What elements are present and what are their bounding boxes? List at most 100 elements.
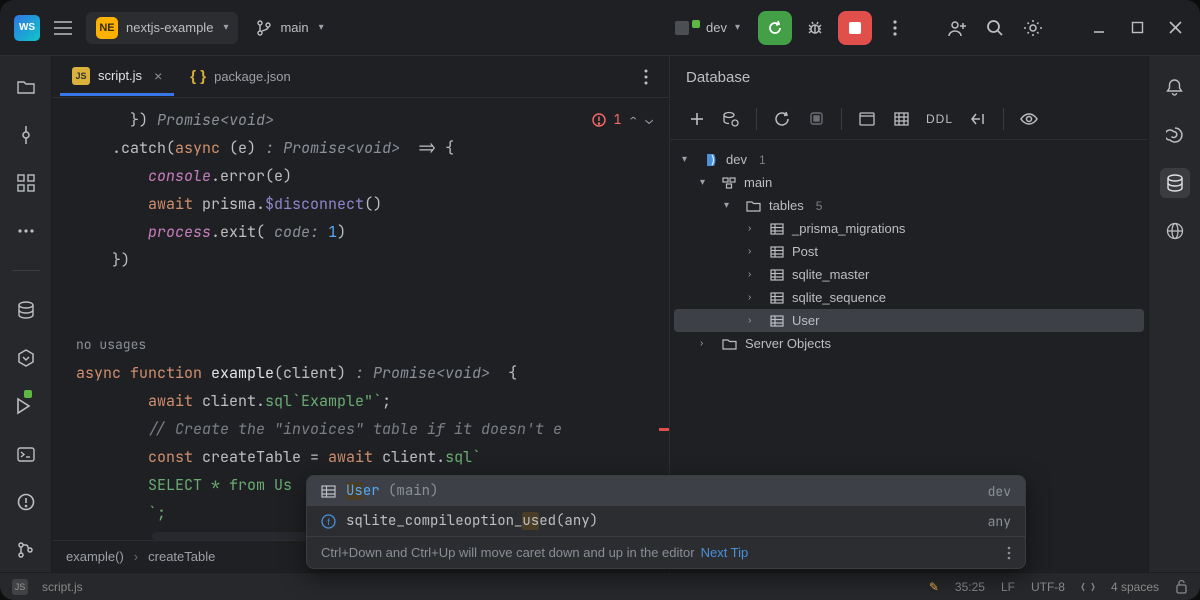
minimize-button[interactable] xyxy=(1084,13,1114,43)
status-linesep[interactable]: LF xyxy=(1001,580,1015,594)
sqlite-icon xyxy=(704,153,718,167)
db-table[interactable]: ›sqlite_sequence xyxy=(674,286,1144,309)
branch-selector[interactable]: main ▾ xyxy=(246,15,333,41)
more-actions-button[interactable] xyxy=(880,13,910,43)
ddl-button[interactable]: DDL xyxy=(920,112,959,126)
tree-count: 5 xyxy=(816,199,823,213)
settings-button[interactable] xyxy=(1018,13,1048,43)
terminal-icon xyxy=(17,447,35,462)
database-tool-button-right[interactable] xyxy=(1160,168,1190,198)
table-icon xyxy=(321,485,336,498)
schema-icon xyxy=(722,177,736,189)
db-server-objects[interactable]: ›Server Objects xyxy=(674,332,1144,355)
tab-more-button[interactable] xyxy=(631,62,661,92)
breadcrumb-item[interactable]: createTable xyxy=(148,549,215,564)
tip-more-button[interactable] xyxy=(1007,546,1011,560)
next-tip-button[interactable]: Next Tip xyxy=(701,545,749,560)
maximize-button[interactable] xyxy=(1122,13,1152,43)
error-marker[interactable] xyxy=(659,428,669,431)
project-selector[interactable]: NE nextjs-example ▾ xyxy=(86,12,238,44)
tab-package-json[interactable]: { } package.json xyxy=(178,60,302,93)
database-panel-title: Database xyxy=(670,56,1148,98)
next-error-button[interactable]: ⌄ xyxy=(645,106,653,134)
run-button[interactable] xyxy=(758,11,792,45)
project-name: nextjs-example xyxy=(126,20,213,35)
json-file-icon: { } xyxy=(190,68,206,85)
db-table[interactable]: ›Post xyxy=(674,240,1144,263)
notifications-tool-button[interactable] xyxy=(1160,72,1190,102)
chevron-down-icon: ▾ xyxy=(223,22,228,33)
tab-script-js[interactable]: JS script.js × xyxy=(60,59,174,96)
prev-error-button[interactable]: ⌃ xyxy=(629,106,637,134)
status-encoding[interactable]: UTF-8 xyxy=(1031,580,1065,594)
table-icon xyxy=(770,269,784,281)
warning-icon xyxy=(17,493,35,511)
db-add-button[interactable] xyxy=(682,104,712,134)
more-tools-button[interactable] xyxy=(11,216,41,246)
project-tool-button[interactable] xyxy=(11,72,41,102)
db-table-selected[interactable]: ›User xyxy=(674,309,1144,332)
db-stop-button[interactable] xyxy=(801,104,831,134)
status-indent[interactable]: 4 spaces xyxy=(1111,580,1159,594)
lock-icon[interactable] xyxy=(1175,579,1188,594)
problems-tool-button[interactable] xyxy=(11,487,41,517)
code-with-me-button[interactable] xyxy=(942,13,972,43)
status-cursor[interactable]: 35:25 xyxy=(955,580,985,594)
tree-label: Post xyxy=(792,244,818,259)
db-tables-folder[interactable]: ▾ tables 5 xyxy=(674,194,1144,217)
run-tool-button[interactable] xyxy=(11,391,41,421)
database-tool-button[interactable] xyxy=(11,295,41,325)
autocomplete-popup: User (main) dev f sqlite_compileoption_u… xyxy=(306,475,1026,569)
main-menu-button[interactable] xyxy=(48,13,78,43)
structure-tool-button[interactable] xyxy=(11,168,41,198)
close-button[interactable] xyxy=(1160,13,1190,43)
commit-tool-button[interactable] xyxy=(11,120,41,150)
db-schema[interactable]: ▾ main xyxy=(674,171,1144,194)
git-tool-button[interactable] xyxy=(11,535,41,565)
db-table[interactable]: ›sqlite_master xyxy=(674,263,1144,286)
project-avatar: NE xyxy=(96,17,118,39)
code-editor[interactable]: 1 ⌃ ⌄ }) Promise<void> .catch(async (e) … xyxy=(52,98,669,540)
terminal-tool-button[interactable] xyxy=(11,439,41,469)
tree-label: dev xyxy=(726,152,747,167)
db-table[interactable]: ›_prisma_migrations xyxy=(674,217,1144,240)
inspection-widget[interactable]: 1 ⌃ ⌄ xyxy=(592,106,653,134)
kebab-icon xyxy=(1007,546,1011,560)
db-view-button[interactable] xyxy=(852,104,882,134)
indent-icon[interactable] xyxy=(1081,580,1095,594)
search-button[interactable] xyxy=(980,13,1010,43)
db-jump-button[interactable] xyxy=(963,104,993,134)
tree-label: main xyxy=(744,175,772,190)
autocomplete-item[interactable]: User (main) dev xyxy=(307,476,1025,506)
table-icon xyxy=(770,246,784,258)
run-config-selector[interactable]: dev ▾ xyxy=(665,15,750,40)
stop-button[interactable] xyxy=(838,11,872,45)
breadcrumb-item[interactable]: example() xyxy=(66,549,124,564)
status-file[interactable]: script.js xyxy=(42,580,83,594)
tab-close-button[interactable]: × xyxy=(154,68,162,84)
db-datasource[interactable]: ▾ dev 1 xyxy=(674,148,1144,171)
web-tool-button[interactable] xyxy=(1160,216,1190,246)
disconnect-icon xyxy=(809,111,824,126)
pencil-icon[interactable]: ✎ xyxy=(929,580,939,594)
autocomplete-item[interactable]: f sqlite_compileoption_used(any) any xyxy=(307,506,1025,536)
table-icon xyxy=(770,315,784,327)
services-tool-button[interactable] xyxy=(11,343,41,373)
usages-hint[interactable]: no usages xyxy=(76,336,146,353)
database-toolbar: DDL xyxy=(670,98,1148,140)
error-count: 1 xyxy=(614,106,622,134)
db-filter-button[interactable] xyxy=(1014,104,1044,134)
spiral-icon xyxy=(1166,126,1184,144)
folder-icon xyxy=(17,79,35,95)
jump-icon xyxy=(970,112,986,126)
database-icon xyxy=(1166,174,1184,192)
db-table-button[interactable] xyxy=(886,104,916,134)
db-refresh-button[interactable] xyxy=(767,104,797,134)
ide-logo: WS xyxy=(14,15,40,41)
db-datasource-props-button[interactable] xyxy=(716,104,746,134)
debug-button[interactable] xyxy=(800,13,830,43)
table-icon xyxy=(770,292,784,304)
gear-icon xyxy=(1023,18,1043,38)
ai-tool-button[interactable] xyxy=(1160,120,1190,150)
eye-icon xyxy=(1020,112,1038,126)
